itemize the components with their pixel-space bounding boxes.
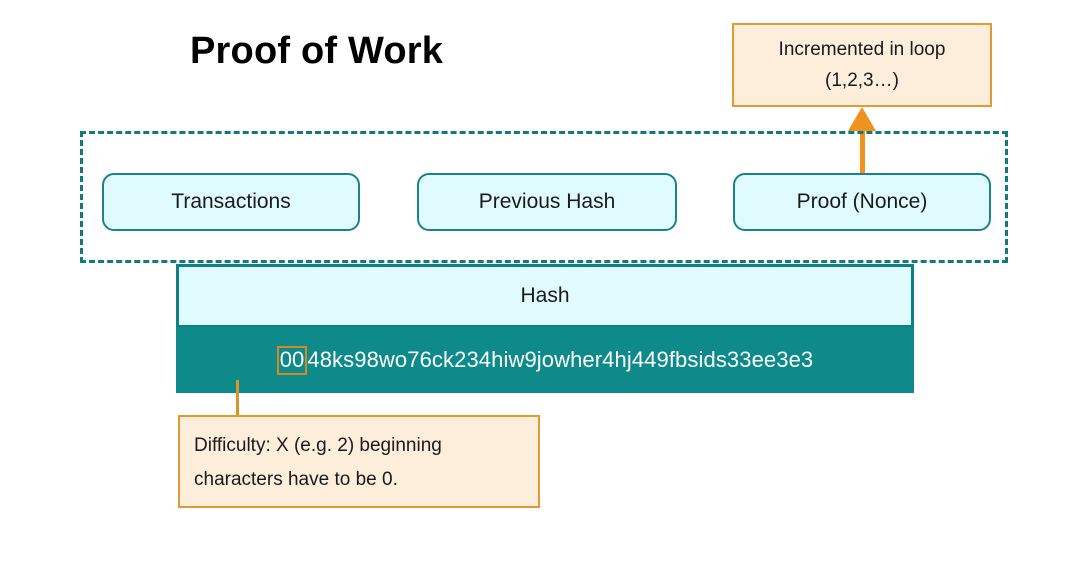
hash-prefix-highlight: 00 (276, 345, 308, 375)
nonce-callout-line1: Incremented in loop (778, 39, 946, 60)
hash-table-header-label: Hash (520, 284, 570, 307)
field-previous-hash[interactable]: Previous Hash (417, 173, 677, 231)
page-title: Proof of Work (190, 30, 444, 72)
field-proof-nonce-label: Proof (Nonce) (796, 190, 928, 213)
nonce-callout-line2: (1,2,3…) (825, 70, 899, 91)
hash-value: 00 48ks98wo76ck234hiw9jowher4hj449fbsids3… (276, 345, 814, 375)
difficulty-callout-line2: characters have to be 0. (194, 469, 398, 490)
field-proof-nonce[interactable]: Proof (Nonce) (733, 173, 991, 231)
hash-table-body: 00 48ks98wo76ck234hiw9jowher4hj449fbsids3… (176, 327, 914, 393)
field-transactions-label: Transactions (171, 190, 291, 213)
difficulty-callout: Difficulty: X (e.g. 2) beginning charact… (178, 415, 540, 508)
difficulty-callout-line1: Difficulty: X (e.g. 2) beginning (194, 435, 442, 456)
field-transactions[interactable]: Transactions (102, 173, 360, 231)
hash-table-header: Hash (176, 264, 914, 328)
field-previous-hash-label: Previous Hash (478, 190, 616, 213)
difficulty-connector-line (236, 380, 239, 416)
nonce-increment-callout: Incremented in loop (1,2,3…) (732, 23, 992, 107)
hash-value-rest: 48ks98wo76ck234hiw9jowher4hj449fbsids33e… (307, 347, 814, 372)
diagram-canvas: Proof of Work Incremented in loop (1,2,3… (0, 0, 1080, 564)
